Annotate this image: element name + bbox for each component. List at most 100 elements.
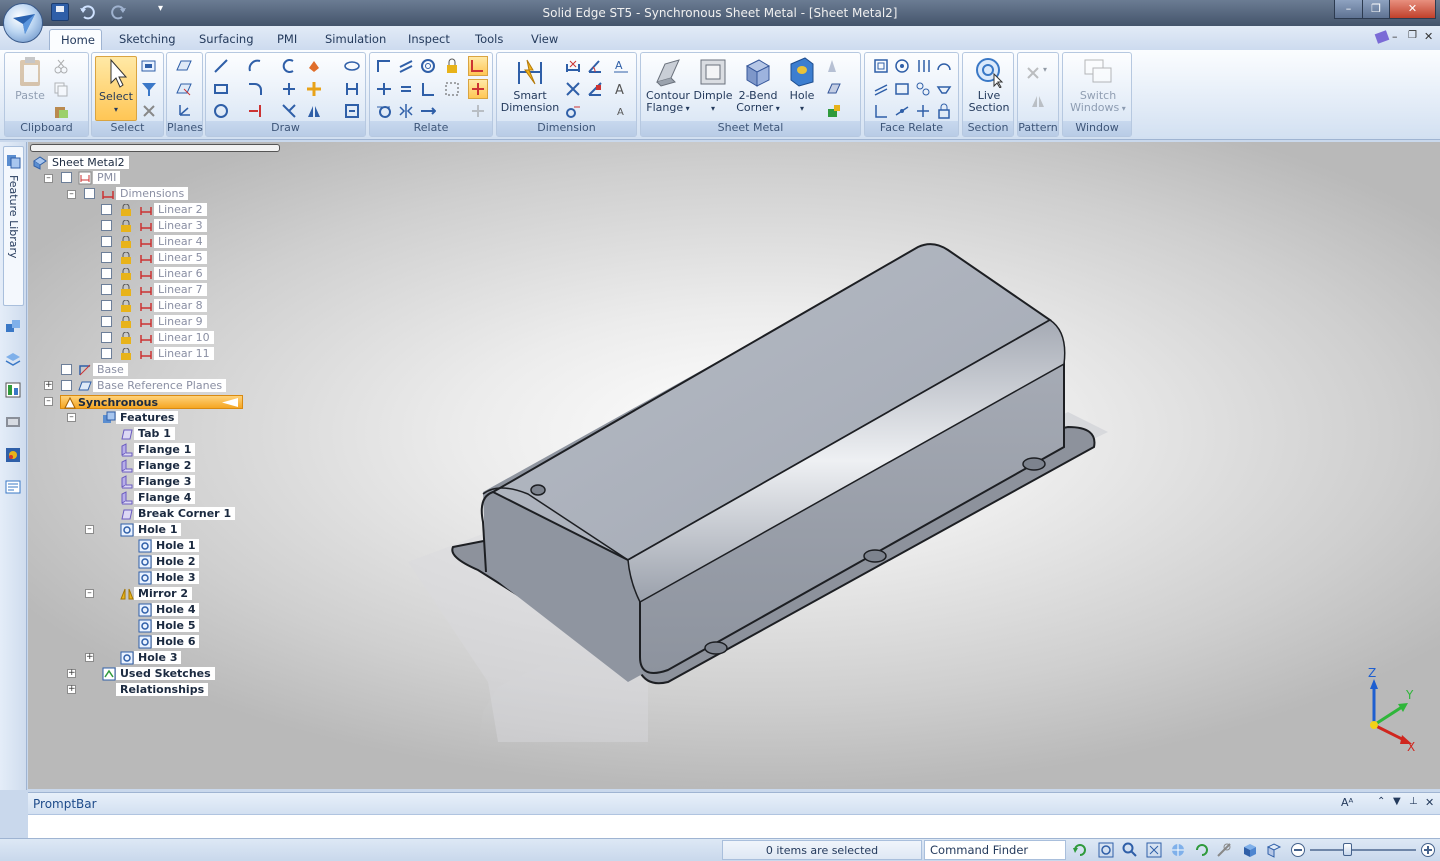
tangent-face-icon[interactable] — [936, 58, 952, 74]
expand-relationships[interactable]: + — [67, 685, 76, 694]
horizontal-vertical-face-icon[interactable] — [894, 103, 910, 119]
perpendicular-face-icon[interactable] — [873, 81, 889, 97]
base-ref-planes-checkbox[interactable] — [61, 380, 72, 391]
tree-flange3[interactable]: Flange 3 — [134, 475, 196, 490]
angle-between-icon[interactable] — [587, 58, 603, 74]
dimensions-checkbox[interactable] — [84, 188, 95, 199]
text-size-icon[interactable]: A — [613, 103, 629, 119]
linear-checkbox[interactable] — [101, 204, 112, 215]
expand-dimensions[interactable]: – — [67, 190, 76, 199]
copy-icon[interactable] — [53, 81, 69, 97]
linear-checkbox[interactable] — [101, 300, 112, 311]
fillet-icon[interactable] — [247, 81, 263, 97]
cut-icon[interactable] — [53, 58, 69, 74]
align-icon[interactable] — [420, 103, 436, 119]
tab-sketching[interactable]: Sketching — [108, 29, 187, 50]
select-filter-icon[interactable] — [141, 81, 157, 97]
view-triad[interactable]: Z Y X — [1358, 667, 1418, 752]
tree-linear[interactable]: Linear 7 — [154, 283, 207, 298]
ground-icon[interactable] — [915, 103, 931, 119]
simulation-tab-icon[interactable] — [5, 447, 21, 463]
tree-mirror2[interactable]: Mirror 2 — [134, 587, 193, 602]
properties-tab-icon[interactable] — [5, 479, 21, 495]
tree-linear[interactable]: Linear 8 — [154, 299, 207, 314]
tree-hole3-group[interactable]: Hole 3 — [134, 651, 182, 666]
application-button[interactable] — [3, 3, 43, 43]
ribbon-restore-icon[interactable]: ❐ — [1408, 30, 1424, 46]
tab-surfacing[interactable]: Surfacing — [188, 29, 265, 50]
aligned-holes-icon[interactable] — [936, 81, 952, 97]
hole-button[interactable]: Hole ▾ — [784, 56, 820, 115]
trim-icon[interactable] — [281, 81, 297, 97]
linear-checkbox[interactable] — [101, 316, 112, 327]
sheet-metal-more-icon[interactable] — [826, 103, 842, 119]
fill-icon[interactable] — [306, 58, 322, 74]
base-checkbox[interactable] — [61, 364, 72, 375]
dimension-style-icon[interactable]: A — [613, 81, 629, 97]
concentric-icon[interactable] — [420, 58, 436, 74]
ribbon-minimize-icon[interactable]: – — [1392, 30, 1408, 46]
rotate-icon[interactable] — [1194, 842, 1210, 858]
tree-linear[interactable]: Linear 4 — [154, 235, 207, 250]
graphics-window[interactable]: Z Y X Sheet Metal2 – PMI – Dimensions Li… — [28, 142, 1440, 789]
rigid-face-icon[interactable] — [873, 103, 889, 119]
smart-dimension-button[interactable]: Smart Dimension — [500, 56, 560, 114]
relationship-handles-icon[interactable] — [468, 79, 488, 99]
family-tab-icon[interactable] — [5, 414, 21, 430]
zoom-out-icon[interactable] — [1290, 842, 1306, 858]
linear-checkbox[interactable] — [101, 348, 112, 359]
promptbar-close-icon[interactable]: ✕ — [1425, 796, 1440, 812]
linear-checkbox[interactable] — [101, 332, 112, 343]
mirror-copy-icon[interactable] — [1030, 93, 1046, 109]
dimple-button[interactable]: Dimple ▾ — [693, 56, 733, 115]
zoom-icon[interactable] — [1122, 842, 1138, 858]
select-window-icon[interactable] — [141, 58, 157, 74]
tree-pmi[interactable]: PMI — [93, 171, 121, 186]
tree-break-corner1[interactable]: Break Corner 1 — [134, 507, 236, 522]
concentric-face-icon[interactable] — [894, 58, 910, 74]
text-style-icon[interactable]: A — [613, 58, 629, 74]
live-section-button[interactable]: Live Section — [966, 56, 1012, 114]
tree-linear[interactable]: Linear 2 — [154, 203, 207, 218]
symmetric-icon[interactable] — [398, 103, 414, 119]
paste-button[interactable]: Paste — [10, 56, 50, 102]
contour-flange-button[interactable]: Contour Flange ▾ — [644, 56, 692, 115]
mirror-icon[interactable] — [306, 103, 322, 119]
command-finder-input[interactable]: Command Finder — [924, 840, 1066, 860]
ribbon-close-icon[interactable]: ✕ — [1424, 30, 1440, 46]
lock-relationship-icon[interactable] — [444, 58, 460, 74]
tree-root[interactable]: Sheet Metal2 — [48, 156, 129, 171]
zoom-slider-thumb[interactable] — [1343, 843, 1352, 856]
project-to-sketch-icon[interactable] — [344, 81, 360, 97]
refresh-icon[interactable] — [1072, 842, 1088, 858]
offset-face-icon[interactable] — [894, 81, 910, 97]
zoom-slider-track[interactable] — [1310, 849, 1416, 851]
circle-icon[interactable] — [213, 103, 229, 119]
two-bend-corner-button[interactable]: 2-Bend Corner ▾ — [735, 56, 781, 115]
pin-icon[interactable]: ⊥ — [1409, 796, 1425, 812]
pattern-dropdown-icon[interactable]: ▾ — [1043, 65, 1059, 81]
tree-linear[interactable]: Linear 3 — [154, 219, 207, 234]
pmi-checkbox[interactable] — [61, 172, 72, 183]
tab-simulation[interactable]: Simulation — [314, 29, 397, 50]
tree-base[interactable]: Base — [93, 363, 128, 378]
tree-flange1[interactable]: Flange 1 — [134, 443, 196, 458]
symmetric-diameter-icon[interactable] — [565, 103, 581, 119]
parallel-icon[interactable] — [398, 58, 414, 74]
tree-tab1[interactable]: Tab 1 — [134, 427, 175, 442]
face-lock-icon[interactable] — [936, 103, 952, 119]
tree-linear[interactable]: Linear 9 — [154, 315, 207, 330]
tree-used-sketches[interactable]: Used Sketches — [116, 667, 215, 682]
font-size-icon[interactable]: Aᴬ — [1341, 796, 1357, 812]
spin-about-icon[interactable] — [1216, 842, 1232, 858]
help-icon[interactable] — [1374, 29, 1390, 45]
options-dropdown-icon[interactable]: ▼ — [1393, 796, 1409, 812]
tab-view[interactable]: View — [520, 29, 569, 50]
tree-flange2[interactable]: Flange 2 — [134, 459, 196, 474]
coincident-plane-icon[interactable] — [176, 58, 192, 74]
tree-dimensions[interactable]: Dimensions — [116, 187, 189, 202]
tree-linear[interactable]: Linear 5 — [154, 251, 207, 266]
more-planes-icon[interactable] — [176, 81, 192, 97]
angular-coordinate-icon[interactable] — [587, 81, 603, 97]
tree-base-ref-planes[interactable]: Base Reference Planes — [93, 379, 227, 394]
